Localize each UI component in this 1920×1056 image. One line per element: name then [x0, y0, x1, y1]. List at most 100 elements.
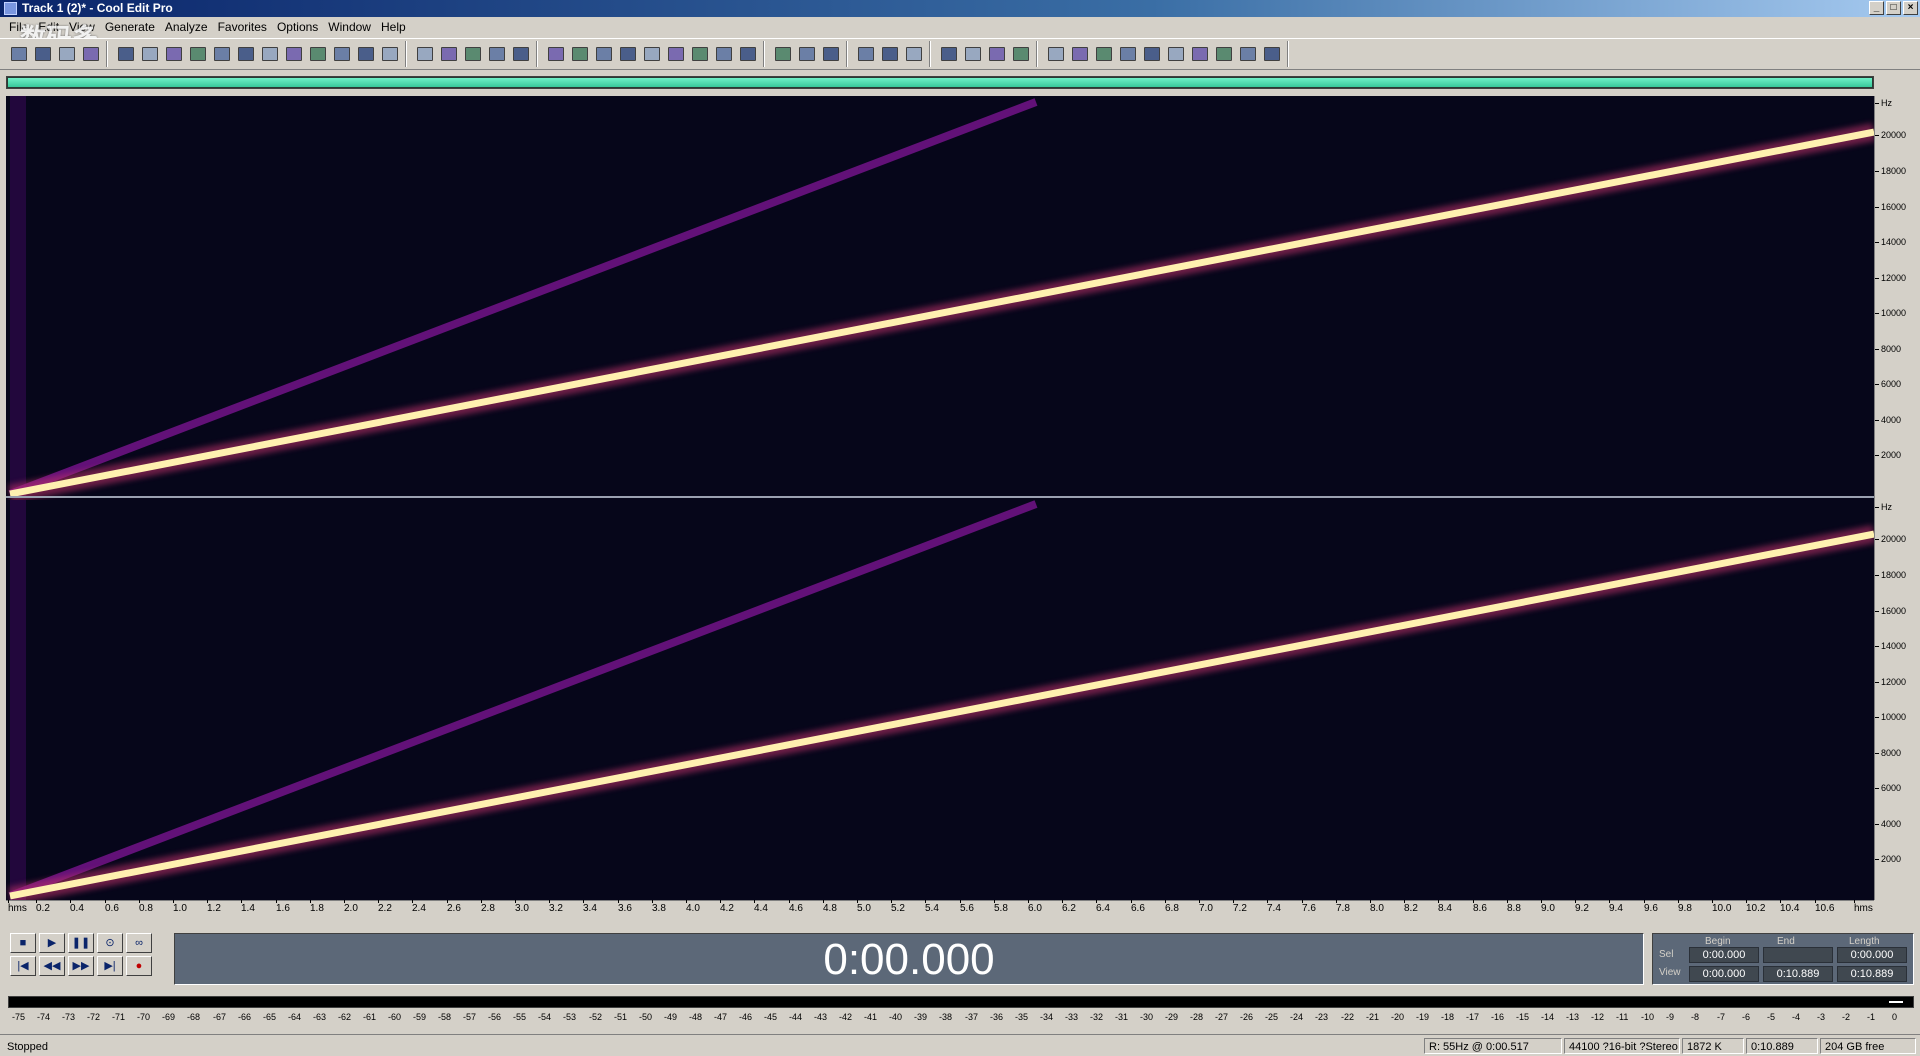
undo-button[interactable] [115, 43, 137, 65]
sel-length-field[interactable]: 0:00.000 [1837, 947, 1907, 963]
envelope-button[interactable] [855, 43, 877, 65]
time-tick-label: 8.2 [1404, 900, 1418, 914]
reverse-button[interactable] [1069, 43, 1091, 65]
overview-bar[interactable] [6, 76, 1874, 89]
time-ruler[interactable]: hms 0.2 0.4 0.6 0.8 1.0 1.2 1.4 1.6 1.8 2.0 2.2 2.4 2… [6, 900, 1874, 916]
freq-tick-label: 6000 [1875, 783, 1901, 793]
eq-button[interactable] [1189, 43, 1211, 65]
fade-button[interactable] [986, 43, 1008, 65]
pause-button[interactable]: ❚❚ [68, 933, 94, 953]
maximize-button[interactable]: □ [1886, 1, 1901, 15]
spectral-view-button[interactable] [438, 43, 460, 65]
title-bar[interactable]: Track 1 (2)* - Cool Edit Pro _ □ × [0, 0, 1920, 17]
copy-button[interactable] [187, 43, 209, 65]
time-tick-label: 8.8 [1507, 900, 1521, 914]
minimize-button[interactable]: _ [1869, 1, 1884, 15]
play-button[interactable] [617, 43, 639, 65]
dynamics-button[interactable] [1010, 43, 1032, 65]
play-list-button[interactable] [569, 43, 591, 65]
time-tick-label: 7.0 [1199, 900, 1213, 914]
menu-view[interactable]: View [64, 17, 100, 37]
invert-button[interactable] [1117, 43, 1139, 65]
meter-button[interactable] [689, 43, 711, 65]
meter-tick-label: -30 [1140, 1012, 1154, 1022]
loop-button[interactable] [510, 43, 532, 65]
pitch-button[interactable] [1213, 43, 1235, 65]
script-button[interactable] [796, 43, 818, 65]
menu-options[interactable]: Options [272, 17, 323, 37]
zoom-button[interactable] [379, 43, 401, 65]
cut-button[interactable] [235, 43, 257, 65]
play-button[interactable]: ▶ [39, 933, 65, 953]
time-display-button[interactable] [665, 43, 687, 65]
sel-begin-field[interactable]: 0:00.000 [1689, 947, 1759, 963]
multitrack-view-button[interactable] [8, 43, 30, 65]
normalize-button[interactable] [962, 43, 984, 65]
view-begin-field[interactable]: 0:00.000 [1689, 966, 1759, 982]
amplify-button[interactable] [938, 43, 960, 65]
menu-analyze[interactable]: Analyze [160, 17, 213, 37]
time-tick-label: 2.4 [412, 900, 426, 914]
zoom-selection-button[interactable] [641, 43, 663, 65]
menu-file[interactable]: File [4, 17, 33, 37]
properties-button[interactable] [713, 43, 735, 65]
filter-button[interactable] [1165, 43, 1187, 65]
fast-forward-button[interactable]: ▶▶ [68, 956, 94, 976]
menu-favorites[interactable]: Favorites [213, 17, 272, 37]
grid-button[interactable] [486, 43, 508, 65]
waveform-view-button[interactable] [414, 43, 436, 65]
sel-end-field[interactable] [1763, 947, 1833, 963]
snap-button[interactable] [462, 43, 484, 65]
meter-tick-label: -57 [463, 1012, 477, 1022]
layout-button[interactable] [737, 43, 759, 65]
rewind-button[interactable]: ◀◀ [39, 956, 65, 976]
toolbar-group [1041, 41, 1288, 67]
view-end-field[interactable]: 0:10.889 [1763, 966, 1833, 982]
loop-button[interactable]: ∞ [126, 933, 152, 953]
view-length-field[interactable]: 0:10.889 [1837, 966, 1907, 982]
stop-button[interactable]: ■ [10, 933, 36, 953]
spectral-view[interactable] [6, 96, 1874, 900]
menu-edit[interactable]: Edit [33, 17, 64, 37]
cd-button[interactable] [772, 43, 794, 65]
time-tick-label: 3.0 [515, 900, 529, 914]
record-button[interactable]: ● [126, 956, 152, 976]
go-to-end-button[interactable]: ▶| [97, 956, 123, 976]
play-to-end-button[interactable]: ⊙ [97, 933, 123, 953]
silence-button[interactable] [1093, 43, 1115, 65]
open-file-button[interactable] [56, 43, 78, 65]
zoom-out-button[interactable] [903, 43, 925, 65]
paste-button[interactable] [259, 43, 281, 65]
delay-button[interactable] [1237, 43, 1259, 65]
frequency-ruler: Hz 20000 18000 16000 14000 12000 10000 8000 6000… [1874, 96, 1914, 900]
meter-tick-label: -16 [1491, 1012, 1505, 1022]
help-button[interactable] [820, 43, 842, 65]
meter-tick-label: -50 [639, 1012, 653, 1022]
paste-to-new-button[interactable] [283, 43, 305, 65]
redo-button[interactable] [139, 43, 161, 65]
menu-generate[interactable]: Generate [100, 17, 160, 37]
menu-window[interactable]: Window [323, 17, 376, 37]
go-to-start-button[interactable]: |◀ [10, 956, 36, 976]
meter-tick-label: -12 [1591, 1012, 1605, 1022]
cue-list-button[interactable] [545, 43, 567, 65]
mix-paste-button[interactable] [307, 43, 329, 65]
time-tick-label: 3.2 [549, 900, 563, 914]
menu-help[interactable]: Help [376, 17, 411, 37]
select-all-button[interactable] [355, 43, 377, 65]
save-file-button[interactable] [80, 43, 102, 65]
info-button[interactable] [593, 43, 615, 65]
zoom-in-button[interactable] [879, 43, 901, 65]
copy-to-new-button[interactable] [211, 43, 233, 65]
silence-icon [1096, 47, 1112, 61]
trim-button[interactable] [331, 43, 353, 65]
new-file-button[interactable] [32, 43, 54, 65]
repeat-button[interactable] [163, 43, 185, 65]
overview-range[interactable] [8, 78, 1872, 87]
channel-left [6, 96, 1874, 503]
close-button[interactable]: × [1903, 1, 1918, 15]
noise-button[interactable] [1045, 43, 1067, 65]
stretch-button[interactable] [1141, 43, 1163, 65]
settings-button[interactable] [1261, 43, 1283, 65]
time-tick-label: 7.6 [1302, 900, 1316, 914]
